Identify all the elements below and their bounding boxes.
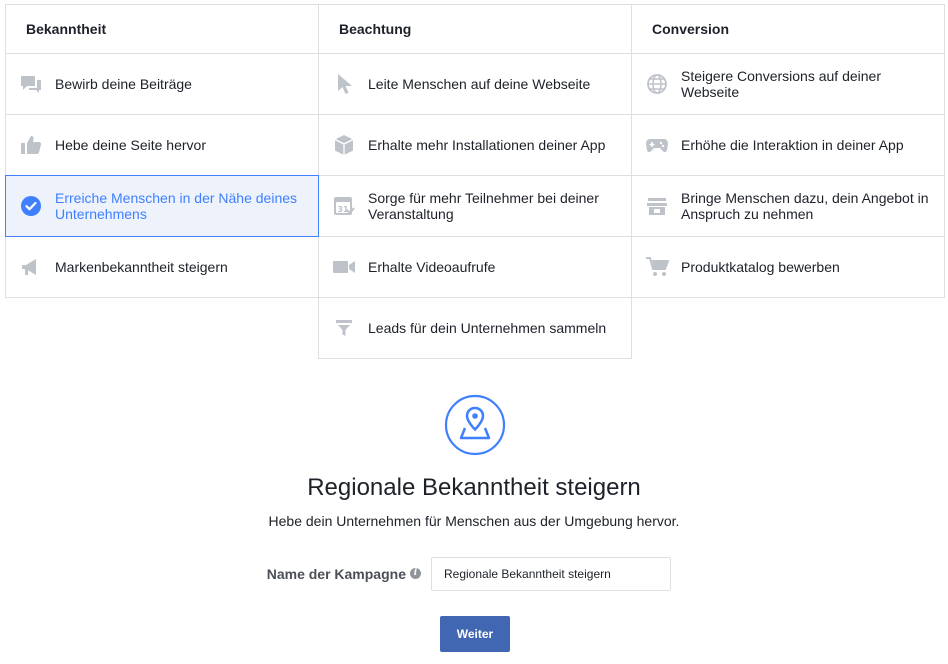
objective-label: Bewirb deine Beiträge xyxy=(55,76,192,92)
detail-title: Regionale Bekanntheit steigern xyxy=(307,474,641,501)
column-header: Beachtung xyxy=(318,4,632,54)
objective-label: Hebe deine Seite hervor xyxy=(55,137,206,153)
objective-boost-posts[interactable]: Bewirb deine Beiträge xyxy=(5,53,319,115)
info-icon[interactable]: i xyxy=(410,568,421,579)
objective-grid: Bekanntheit Bewirb deine Beiträge Hebe d… xyxy=(5,4,945,359)
objective-lead-generation[interactable]: Leads für dein Unternehmen sammeln xyxy=(318,297,632,359)
gamepad-icon xyxy=(644,132,670,158)
objective-label: Erhalte Videoaufrufe xyxy=(368,259,496,275)
video-camera-icon xyxy=(331,254,357,280)
objective-page: Bekanntheit Bewirb deine Beiträge Hebe d… xyxy=(0,0,948,664)
objective-event-responses[interactable]: 31 Sorge für mehr Teilnehmer bei deiner … xyxy=(318,175,632,237)
objective-label: Leite Menschen auf deine Webseite xyxy=(368,76,591,92)
svg-text:31: 31 xyxy=(337,205,349,214)
campaign-name-row: Name der Kampagne i xyxy=(0,557,948,591)
check-circle-icon xyxy=(18,193,44,219)
megaphone-icon xyxy=(18,254,44,280)
objective-website-traffic[interactable]: Leite Menschen auf deine Webseite xyxy=(318,53,632,115)
objective-label: Erreiche Menschen in der Nähe deines Unt… xyxy=(55,190,298,222)
objective-promote-page[interactable]: Hebe deine Seite hervor xyxy=(5,114,319,176)
cursor-icon xyxy=(331,71,357,97)
detail-subtitle: Hebe dein Unternehmen für Menschen aus d… xyxy=(268,513,680,529)
objective-label: Erhalte mehr Installationen deiner App xyxy=(368,137,606,153)
objective-label: Produktkatalog bewerben xyxy=(681,259,840,275)
objective-label: Steigere Conversions auf deiner Webseite xyxy=(681,68,882,100)
objective-label: Leads für dein Unternehmen sammeln xyxy=(368,320,607,336)
thumbs-up-icon xyxy=(18,132,44,158)
objective-label: Bringe Menschen dazu, dein Angebot in An… xyxy=(681,190,929,222)
objective-app-installs[interactable]: Erhalte mehr Installationen deiner App xyxy=(318,114,632,176)
calendar-icon: 31 xyxy=(331,193,357,219)
shopping-cart-icon xyxy=(644,254,670,280)
objective-offer-claims[interactable]: Bringe Menschen dazu, dein Angebot in An… xyxy=(631,175,945,237)
objective-website-conversions[interactable]: Steigere Conversions auf deiner Webseite xyxy=(631,53,945,115)
funnel-icon xyxy=(331,315,357,341)
objective-brand-awareness[interactable]: Markenbekanntheit steigern xyxy=(5,236,319,298)
objective-video-views[interactable]: Erhalte Videoaufrufe xyxy=(318,236,632,298)
storefront-icon xyxy=(644,193,670,219)
column-header: Conversion xyxy=(631,4,945,54)
column-header: Bekanntheit xyxy=(5,4,319,54)
objective-label: Markenbekanntheit steigern xyxy=(55,259,228,275)
box-icon xyxy=(331,132,357,158)
continue-button[interactable]: Weiter xyxy=(440,616,510,652)
location-pin-icon xyxy=(444,394,506,456)
objective-app-engagement[interactable]: Erhöhe die Interaktion in deiner App xyxy=(631,114,945,176)
campaign-name-input[interactable] xyxy=(431,557,671,591)
objective-product-catalog[interactable]: Produktkatalog bewerben xyxy=(631,236,945,298)
chat-bubbles-icon xyxy=(18,71,44,97)
globe-icon xyxy=(644,71,670,97)
objective-label: Sorge für mehr Teilnehmer bei deiner Ver… xyxy=(368,190,599,222)
campaign-name-label: Name der Kampagne xyxy=(266,566,406,582)
objective-label: Erhöhe die Interaktion in deiner App xyxy=(681,137,904,153)
objective-local-awareness[interactable]: Erreiche Menschen in der Nähe deines Unt… xyxy=(5,175,319,237)
